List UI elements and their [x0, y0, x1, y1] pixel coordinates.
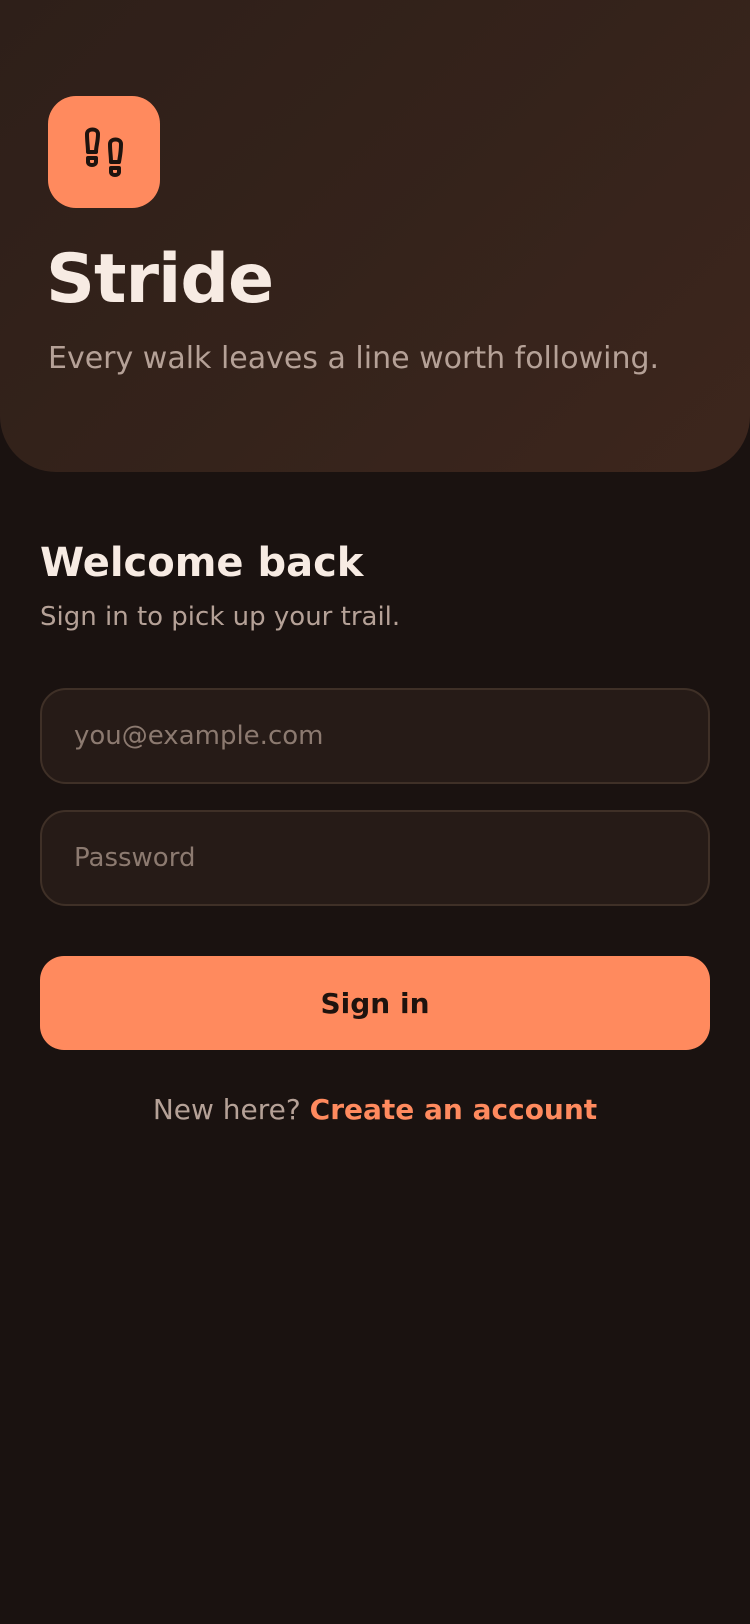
create-account-link[interactable]: Create an account [310, 1093, 598, 1126]
signup-prompt-row: New here? Create an account [0, 1092, 750, 1128]
app-logo [48, 96, 160, 208]
app-tagline: Every walk leaves a line worth following… [48, 341, 660, 376]
email-field[interactable] [40, 688, 710, 784]
sign-in-button[interactable]: Sign in [40, 956, 710, 1050]
welcome-subtitle: Sign in to pick up your trail. [40, 602, 401, 632]
signup-prompt-text: New here? [152, 1093, 301, 1126]
footprints-icon [85, 127, 123, 177]
welcome-heading: Welcome back [40, 540, 364, 586]
hero-header: Stride Every walk leaves a line worth fo… [0, 0, 750, 472]
password-field[interactable] [40, 810, 710, 906]
app-title: Stride [46, 240, 274, 319]
login-screen: Stride Every walk leaves a line worth fo… [0, 0, 750, 1624]
